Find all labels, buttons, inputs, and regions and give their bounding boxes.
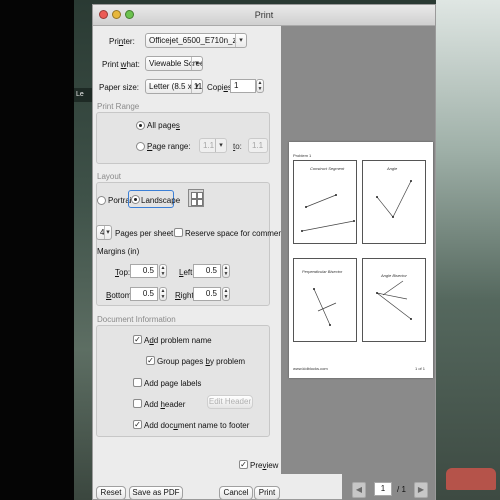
chevron-down-icon: ▾ bbox=[191, 57, 202, 70]
print-button[interactable]: Print bbox=[254, 486, 280, 500]
left-margin-field[interactable]: 0.5 bbox=[193, 264, 221, 278]
background-window-text: Le bbox=[74, 88, 94, 102]
preview-panel-4: Angle Bisector bbox=[362, 258, 426, 342]
preview-panel-2: Angle bbox=[362, 160, 426, 244]
copies-stepper[interactable]: ▲ ▼ bbox=[256, 79, 264, 93]
top-margin-field[interactable]: 0.5 bbox=[130, 264, 158, 278]
portrait-radio[interactable] bbox=[97, 196, 106, 205]
left-margin-stepper[interactable]: ▲ ▼ bbox=[222, 264, 230, 278]
pages-per-sheet-select[interactable]: 4 ▾ bbox=[96, 225, 112, 240]
add-page-labels-checkbox[interactable] bbox=[133, 378, 142, 387]
page-range-from-value: 1.1 bbox=[203, 141, 215, 150]
window-title: Print bbox=[254, 10, 274, 20]
save-as-pdf-button[interactable]: Save as PDF bbox=[129, 486, 183, 500]
add-header-checkbox[interactable] bbox=[133, 399, 142, 408]
paper-size-label: Paper size: bbox=[99, 83, 140, 92]
boat-image bbox=[446, 468, 496, 490]
group-pages-checkbox[interactable]: ✓ bbox=[146, 356, 155, 365]
chevron-down-icon: ▾ bbox=[191, 80, 202, 93]
all-pages-radio[interactable] bbox=[136, 121, 145, 130]
printer-value: Officejet_6500_E710n_z bbox=[149, 36, 237, 45]
pages-per-sheet-label: Pages per sheet bbox=[115, 229, 174, 238]
print-what-select[interactable]: Viewable Screen ▾ bbox=[145, 56, 203, 71]
preview-panel-drawing bbox=[313, 288, 337, 326]
current-page-field[interactable]: 1 bbox=[374, 482, 392, 496]
landscape-label[interactable]: Landscape bbox=[141, 196, 180, 205]
printer-select[interactable]: Officejet_6500_E710n_z ▾ bbox=[145, 33, 247, 48]
page-total-label: / 1 bbox=[397, 485, 406, 494]
paper-size-select[interactable]: Letter (8.5 x 11 in) ▾ bbox=[145, 79, 203, 94]
add-doc-name-checkbox[interactable]: ✓ bbox=[133, 420, 142, 429]
page-range-label[interactable]: Page range: bbox=[147, 142, 191, 151]
add-problem-name-checkbox[interactable]: ✓ bbox=[133, 335, 142, 344]
add-doc-name-label[interactable]: Add document name to footer bbox=[144, 421, 249, 430]
page-navigation: ◀ 1 / 1 ▶ bbox=[342, 474, 435, 500]
bottom-margin-stepper[interactable]: ▲ ▼ bbox=[159, 287, 167, 301]
document-info-heading: Document Information bbox=[97, 315, 176, 324]
reserve-space-checkbox[interactable] bbox=[174, 228, 183, 237]
landscape-radio[interactable] bbox=[131, 195, 140, 204]
group-pages-label[interactable]: Group pages by problem bbox=[157, 357, 245, 366]
right-margin-field[interactable]: 0.5 bbox=[193, 287, 221, 301]
chevron-down-icon: ▾ bbox=[235, 34, 246, 47]
print-what-label: Print what: bbox=[102, 60, 140, 69]
page-layout-grid-icon[interactable] bbox=[188, 189, 204, 207]
preview-panel-drawing bbox=[376, 180, 412, 218]
preview-panel-1: Construct Segment bbox=[293, 160, 357, 244]
black-sidebar bbox=[0, 0, 74, 500]
bottom-margin-field[interactable]: 0.5 bbox=[130, 287, 158, 301]
chevron-down-icon: ▾ bbox=[104, 226, 111, 239]
add-problem-name-label[interactable]: Add problem name bbox=[144, 336, 212, 345]
next-page-icon[interactable]: ▶ bbox=[414, 482, 428, 498]
preview-page-header: Problem 1 bbox=[293, 153, 312, 158]
page-range-from-select[interactable]: 1.1 ▾ bbox=[199, 138, 227, 153]
page-range-radio[interactable] bbox=[136, 142, 145, 151]
add-page-labels-label[interactable]: Add page labels bbox=[144, 379, 201, 388]
reserve-space-label[interactable]: Reserve space for comments bbox=[185, 229, 289, 238]
chevron-down-icon: ▾ bbox=[215, 139, 226, 152]
preview-panel-drawing bbox=[301, 194, 355, 232]
layout-heading: Layout bbox=[97, 172, 122, 181]
title-bar: Print bbox=[93, 5, 435, 26]
all-pages-label[interactable]: All pages bbox=[147, 121, 180, 130]
print-preview-pane: Problem 1 Construct Segment Angle Perpen… bbox=[281, 26, 435, 474]
background-scenery bbox=[436, 0, 500, 500]
cancel-button[interactable]: Cancel bbox=[219, 486, 253, 500]
print-dialog: Print Printer: Officejet_6500_E710n_z ▾ … bbox=[92, 4, 436, 500]
preview-page-footer-right: 1 of 1 bbox=[415, 366, 426, 371]
edit-header-button[interactable]: Edit Header bbox=[207, 395, 253, 409]
print-range-heading: Print Range bbox=[97, 102, 140, 111]
preview-page: Problem 1 Construct Segment Angle Perpen… bbox=[289, 142, 433, 378]
preview-panel-3: Perpendicular Bisector bbox=[293, 258, 357, 342]
copies-field[interactable]: 1 bbox=[230, 79, 256, 93]
preview-page-footer-left: www.kidblocks.com bbox=[293, 366, 328, 371]
preview-label[interactable]: Preview bbox=[250, 461, 278, 470]
right-margin-stepper[interactable]: ▲ ▼ bbox=[222, 287, 230, 301]
add-header-label[interactable]: Add header bbox=[144, 400, 185, 409]
margins-label: Margins (in) bbox=[97, 247, 140, 256]
reset-button[interactable]: Reset bbox=[96, 486, 126, 500]
previous-page-icon[interactable]: ◀ bbox=[352, 482, 366, 498]
preview-checkbox[interactable]: ✓ bbox=[239, 460, 248, 469]
page-range-to-value: 1.1 bbox=[252, 141, 264, 150]
options-panel: Printer: Officejet_6500_E710n_z ▾ Print … bbox=[93, 26, 289, 500]
print-range-group bbox=[96, 112, 270, 164]
page-range-to-select[interactable]: 1.1 bbox=[248, 138, 268, 153]
printer-label: Printer: bbox=[109, 37, 135, 46]
top-margin-stepper[interactable]: ▲ ▼ bbox=[159, 264, 167, 278]
page-range-to-label: to: bbox=[233, 142, 242, 151]
preview-panel-drawing bbox=[376, 280, 412, 320]
top-margin-label: Top: bbox=[115, 268, 131, 277]
